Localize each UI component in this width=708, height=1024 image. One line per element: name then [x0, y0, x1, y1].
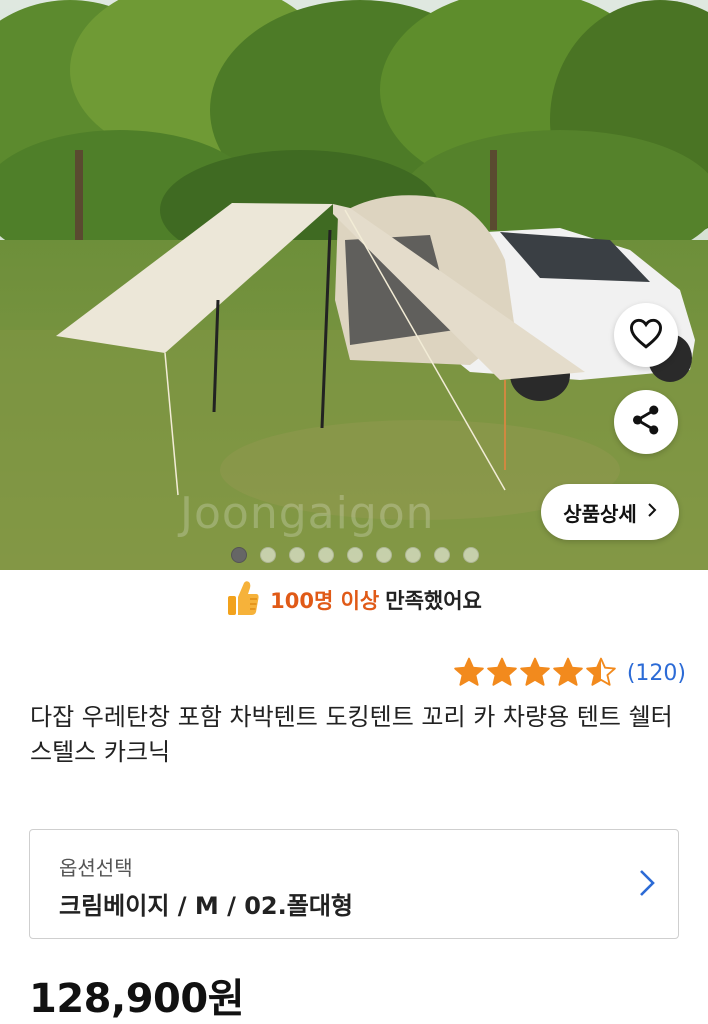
- carousel-dot[interactable]: [463, 547, 479, 563]
- star-rating: [453, 656, 617, 691]
- star-full-icon: [519, 656, 551, 691]
- image-watermark: Joongaigon: [180, 488, 435, 539]
- satisfaction-banner: 100명 이상 만족했어요: [0, 576, 708, 624]
- option-value: 크림베이지 / M / 02.폴대형: [59, 892, 353, 920]
- chevron-right-icon: [638, 868, 656, 902]
- carousel-dot[interactable]: [260, 547, 276, 563]
- thumbs-up-icon: [226, 579, 260, 621]
- share-icon: [629, 403, 663, 441]
- wishlist-button[interactable]: [614, 303, 678, 367]
- star-full-icon: [552, 656, 584, 691]
- chevron-right-icon: [647, 502, 657, 522]
- carousel-dot[interactable]: [376, 547, 392, 563]
- carousel-dot[interactable]: [434, 547, 450, 563]
- carousel-dot[interactable]: [318, 547, 334, 563]
- star-full-icon: [486, 656, 518, 691]
- carousel-dot[interactable]: [405, 547, 421, 563]
- product-image-carousel[interactable]: Joongaigon 상품상세: [0, 0, 708, 570]
- star-half-icon: [585, 656, 617, 691]
- share-button[interactable]: [614, 390, 678, 454]
- satisfaction-text: 만족했어요: [385, 589, 482, 613]
- option-selector[interactable]: 옵션선택 크림베이지 / M / 02.폴대형: [29, 829, 679, 939]
- review-rating[interactable]: (120): [453, 656, 686, 691]
- product-title: 다잡 우레탄창 포함 차박텐트 도킹텐트 꼬리 카 차량용 텐트 쉘터 스텔스 …: [30, 703, 673, 766]
- carousel-dot[interactable]: [289, 547, 305, 563]
- satisfaction-highlight: 100명 이상: [270, 589, 380, 613]
- review-count-link[interactable]: (120): [627, 661, 686, 686]
- product-detail-label: 상품상세: [563, 501, 637, 526]
- heart-outline-icon: [628, 317, 664, 353]
- product-detail-button[interactable]: 상품상세: [541, 484, 679, 540]
- product-price: 128,900원: [29, 976, 245, 1022]
- star-full-icon: [453, 656, 485, 691]
- carousel-dot[interactable]: [231, 547, 247, 563]
- carousel-indicator: [231, 547, 479, 563]
- option-label: 옵션선택: [59, 856, 133, 880]
- carousel-dot[interactable]: [347, 547, 363, 563]
